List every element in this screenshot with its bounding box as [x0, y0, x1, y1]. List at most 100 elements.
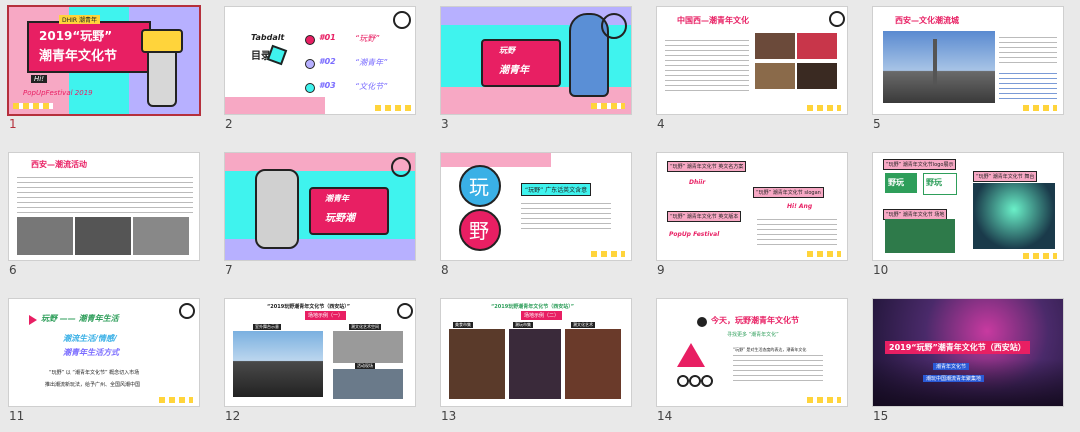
- slide13-cap1: 美食市集: [453, 322, 473, 328]
- slide2-item3-label: “文化节”: [355, 82, 388, 91]
- slide-cell-11: 玩野 —— 潮青年生活 潮流生活/情感/ 潮青年生活方式 “玩野” 以 “潮青年…: [0, 292, 216, 432]
- slide2-item1-label: “玩野”: [355, 34, 380, 43]
- photo-placeholder: [797, 63, 837, 89]
- slide-cell-4: 中国西—潮青年文化 4: [648, 0, 864, 140]
- bullet-icon: [305, 83, 315, 93]
- slide-number-12: 12: [225, 409, 241, 423]
- slide15-sub1: 潮青年文化节: [933, 363, 970, 370]
- slide2-item1-no: #01: [319, 33, 336, 42]
- slide7-card-line2: 玩野潮: [325, 213, 355, 224]
- slide1-title-line2: 潮青年文化节: [39, 49, 118, 64]
- slide11-text1: “玩野” 以 “潮青年文化节” 概念切入市场: [49, 370, 140, 376]
- slide9-brand3: PopUp Festival: [669, 231, 720, 238]
- slide12-cap1: 室外舞台示意: [253, 324, 281, 330]
- slide13-cap3: 潮文化艺术: [571, 322, 595, 328]
- slide-number-7: 7: [225, 263, 233, 277]
- slide2-item2-label: “潮青年”: [355, 58, 388, 67]
- slide9-brand2: Hi! Ang: [787, 203, 813, 210]
- slide11-text2: 推出潮流新玩法，给予广州、全国风潮中国: [45, 382, 141, 388]
- slide-cell-12: “2019玩野潮青年文化节（西安站）” 场地示例（一） 室外舞台示意 潮文化艺术…: [216, 292, 432, 432]
- slide-number-3: 3: [441, 117, 449, 131]
- art-photo: [333, 331, 403, 363]
- slide11-title: 玩野 —— 潮青年生活: [41, 314, 119, 323]
- slide-cell-2: Tabdalt 目录 #01 “玩野” #02 “潮青年” #03 “文化节” …: [216, 0, 432, 140]
- slide-number-15: 15: [873, 409, 889, 423]
- play-icon: [29, 315, 37, 325]
- slide-thumbnail-2[interactable]: Tabdalt 目录 #01 “玩野” #02 “潮青年” #03 “文化节”: [224, 6, 416, 115]
- cube-icon: [266, 44, 288, 66]
- slide-number-6: 6: [9, 263, 17, 277]
- photo-placeholder: [755, 33, 795, 59]
- slide-thumbnail-4[interactable]: 中国西—潮青年文化: [656, 6, 848, 115]
- slide9-label3: “玩野” 潮青年文化节 英文版本: [667, 211, 742, 222]
- slide-thumbnail-12[interactable]: “2019玩野潮青年文化节（西安站）” 场地示例（一） 室外舞台示意 潮文化艺术…: [224, 298, 416, 407]
- slide10-label2: “玩野” 潮青年文化节 舞台: [973, 171, 1038, 182]
- slide13-tag: 场地示例（二）: [521, 311, 563, 320]
- slide-number-4: 4: [657, 117, 665, 131]
- slide-cell-10: “玩野” 潮青年文化节logo展示 “玩野” 潮青年文化节 舞台 野玩 野玩 “…: [864, 146, 1080, 286]
- bullet-icon: [305, 59, 315, 69]
- photo-placeholder: [797, 33, 837, 59]
- slide-thumbnail-11[interactable]: 玩野 —— 潮青年生活 潮流生活/情感/ 潮青年生活方式 “玩野” 以 “潮青年…: [8, 298, 200, 407]
- slide2-item2-no: #02: [319, 57, 336, 66]
- slide-thumbnail-8[interactable]: 玩 野 “玩野” 广东话英文含意: [440, 152, 632, 261]
- art-photo: [565, 329, 621, 399]
- slide-cell-3: 玩野 潮青年 3: [432, 0, 648, 140]
- venue-photo: [885, 219, 955, 253]
- slide3-card-line2: 潮青年: [499, 65, 529, 76]
- slide8-tag: “玩野” 广东话英文含意: [521, 183, 592, 196]
- slide6-title: 西安—潮流活动: [31, 160, 87, 169]
- crowd-photo: [17, 217, 73, 255]
- slide-cell-8: 玩 野 “玩野” 广东话英文含意 8: [432, 146, 648, 286]
- city-photo: [883, 31, 995, 103]
- slide1-brand: PopUpFestival 2019: [23, 89, 93, 97]
- slide-cell-14: 今天，玩野潮青年文化节 寻找更多 “潮青年文化” “玩野” 是对生活态度的表达，…: [648, 292, 864, 432]
- slide-thumbnail-10[interactable]: “玩野” 潮青年文化节logo展示 “玩野” 潮青年文化节 舞台 野玩 野玩 “…: [872, 152, 1064, 261]
- slide-thumbnail-1[interactable]: DHIR 潮青年 2019“玩野” 潮青年文化节 Hi! PopUpFestiv…: [7, 5, 201, 116]
- slide-cell-6: 西安—潮流活动 6: [0, 146, 216, 286]
- slide-thumbnail-9[interactable]: “玩野” 潮青年文化节 英文名方案 Dhiir “玩野” 潮青年文化节 slog…: [656, 152, 848, 261]
- slide-number-9: 9: [657, 263, 665, 277]
- slide-number-2: 2: [225, 117, 233, 131]
- slide-thumbnail-7[interactable]: 潮青年 玩野潮: [224, 152, 416, 261]
- slide-number-8: 8: [441, 263, 449, 277]
- slide-thumbnail-3[interactable]: 玩野 潮青年: [440, 6, 632, 115]
- slide15-sub2: 潮玩中国潮流青年聚集地: [923, 375, 985, 382]
- slide-thumbnail-15[interactable]: 2019“玩野”潮青年文化节（西安站） 潮青年文化节 潮玩中国潮流青年聚集地: [872, 298, 1064, 407]
- slide-cell-15: 2019“玩野”潮青年文化节（西安站） 潮青年文化节 潮玩中国潮流青年聚集地 1…: [864, 292, 1080, 432]
- slide-number-5: 5: [873, 117, 881, 131]
- slide3-card-line1: 玩野: [499, 46, 515, 55]
- slide-cell-5: 西安—文化潮流城 5: [864, 0, 1080, 140]
- slide13-cap2: 潮玩市集: [513, 322, 533, 328]
- slide12-tag: 场地示例（一）: [305, 311, 347, 320]
- food-photo: [449, 329, 505, 399]
- slide-thumbnail-6[interactable]: 西安—潮流活动: [8, 152, 200, 261]
- slide14-text: “玩野” 是对生活态度的表达，潮青年文化: [733, 347, 807, 352]
- slide10-logo1: 野玩: [888, 178, 904, 187]
- slide-cell-7: 潮青年 玩野潮 7: [216, 146, 432, 286]
- slide-number-1: 1: [9, 117, 17, 131]
- slide7-card-line1: 潮青年: [325, 194, 349, 203]
- slide9-label1: “玩野” 潮青年文化节 英文名方案: [667, 161, 747, 172]
- stage-photo: [973, 183, 1055, 249]
- crowd-photo: [75, 217, 131, 255]
- slide-thumbnail-13[interactable]: “2019玩野潮青年文化节（西安站）” 场地示例（二） 美食市集 潮玩市集 潮文…: [440, 298, 632, 407]
- slide13-title: “2019玩野潮青年文化节（西安站）”: [491, 304, 574, 310]
- slide-thumbnail-14[interactable]: 今天，玩野潮青年文化节 寻找更多 “潮青年文化” “玩野” 是对生活态度的表达，…: [656, 298, 848, 407]
- slide2-item3-no: #03: [319, 81, 336, 90]
- robot-character: [255, 169, 299, 249]
- slide-sorter-grid: DHIR 潮青年 2019“玩野” 潮青年文化节 Hi! PopUpFestiv…: [0, 0, 1080, 423]
- slide2-heading: Tabdalt: [251, 33, 285, 42]
- slide1-badge: DHIR 潮青年: [59, 15, 100, 24]
- slide5-title: 西安—文化潮流城: [895, 16, 959, 25]
- slide10-logo2: 野玩: [926, 178, 942, 187]
- slide10-label1: “玩野” 潮青年文化节logo展示: [883, 159, 957, 170]
- slide-cell-13: “2019玩野潮青年文化节（西安站）” 场地示例（二） 美食市集 潮玩市集 潮文…: [432, 292, 648, 432]
- event-photo: [333, 369, 403, 399]
- slide-number-13: 13: [441, 409, 457, 423]
- slide9-brand1: Dhiir: [689, 179, 706, 186]
- slide1-chip: Hi!: [31, 75, 48, 83]
- stage-photo: [233, 331, 323, 397]
- slide-thumbnail-5[interactable]: 西安—文化潮流城: [872, 6, 1064, 115]
- slide-number-10: 10: [873, 263, 889, 277]
